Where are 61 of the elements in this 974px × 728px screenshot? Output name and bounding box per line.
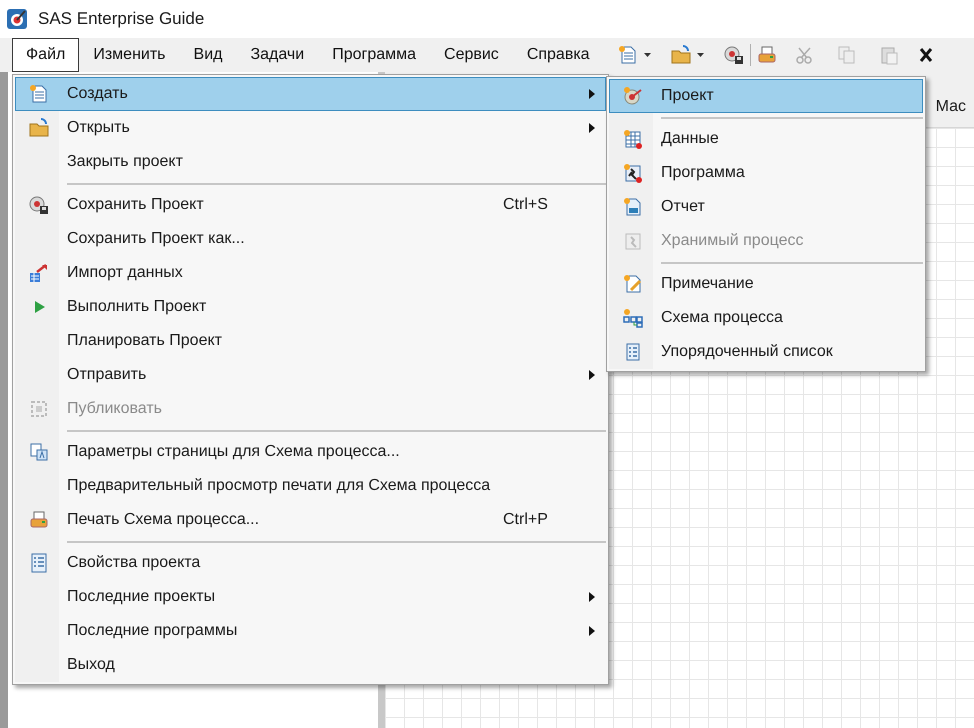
submenu-arrow-icon [589,370,595,380]
menu-item[interactable]: Программа [318,38,430,72]
report-icon [623,197,643,217]
menu-item[interactable]: Открыть [15,111,606,145]
window-title: SAS Enterprise Guide [38,8,204,30]
menu-item[interactable]: Предварительный просмотр печати для Схема процесса [15,469,606,503]
folder-icon [670,45,691,65]
folder-icon [29,118,49,138]
menu-item[interactable]: Сервис [430,38,513,72]
menu-item[interactable]: Импорт данных [15,256,606,290]
menu-item[interactable]: Задачи [236,38,318,72]
new-document-icon [618,45,638,65]
import-data-icon [29,263,49,283]
menu-item[interactable]: Выполнить Проект [15,290,606,324]
note-icon [623,274,643,294]
caret-icon [696,53,704,57]
data-icon [623,129,643,149]
project-icon [724,45,744,65]
page-setup-icon [29,442,49,462]
menu-item[interactable]: Параметры страницы для Схема процесса... [15,435,606,469]
menu-item[interactable]: Создать [15,77,606,111]
menu-item[interactable]: Планировать Проект [15,324,606,358]
menu-item[interactable]: Отчет [609,190,923,224]
menu-item[interactable]: Последние проекты [15,580,606,614]
menu-item[interactable]: Вид [180,38,236,72]
printer-icon [756,45,777,65]
paste-icon [878,45,899,65]
menu-item[interactable]: Справка [512,38,604,72]
submenu-arrow-icon [589,89,595,99]
save-project-icon [29,195,49,215]
new-document-icon [29,84,49,104]
project-icon [623,86,643,106]
process-flow-icon [623,308,643,328]
menu-item[interactable]: Схема процесса [609,301,923,335]
printer-icon [29,510,49,530]
menu-item[interactable]: Печать Схема процесса... Ctrl+P [15,503,606,537]
copy-icon [836,45,857,65]
submenu-arrow-icon [589,123,595,133]
caret-icon [644,53,651,57]
submenu-arrow-icon [589,592,595,602]
menu-item[interactable]: Программа [609,156,923,190]
menu-item[interactable]: Сохранить Проект Ctrl+S [15,188,606,222]
submenu-arrow-icon [589,626,595,636]
menu-item[interactable]: Последние программы [15,614,606,648]
menu-item[interactable]: Изменить [79,38,180,72]
menu-item[interactable]: Выход [15,648,606,682]
close-icon [918,45,933,65]
menu-item[interactable]: Файл [12,38,80,72]
properties-icon [29,553,49,573]
menu-item[interactable]: Проект [609,79,923,113]
stored-process-icon [623,231,643,251]
menu-item[interactable]: Примечание [609,267,923,301]
menu-item[interactable]: Упорядоченный список [609,335,923,369]
menu-item[interactable]: Данные [609,122,923,156]
program-icon [623,163,643,183]
publish-icon [29,399,49,419]
menu-item[interactable]: Сохранить Проект как... [15,222,606,256]
menu-item[interactable]: Свойства проекта [15,546,606,580]
app-logo-icon [6,8,28,30]
menu-item[interactable]: Отправить [15,358,606,392]
menu-item[interactable]: Закрыть проект [15,145,606,179]
